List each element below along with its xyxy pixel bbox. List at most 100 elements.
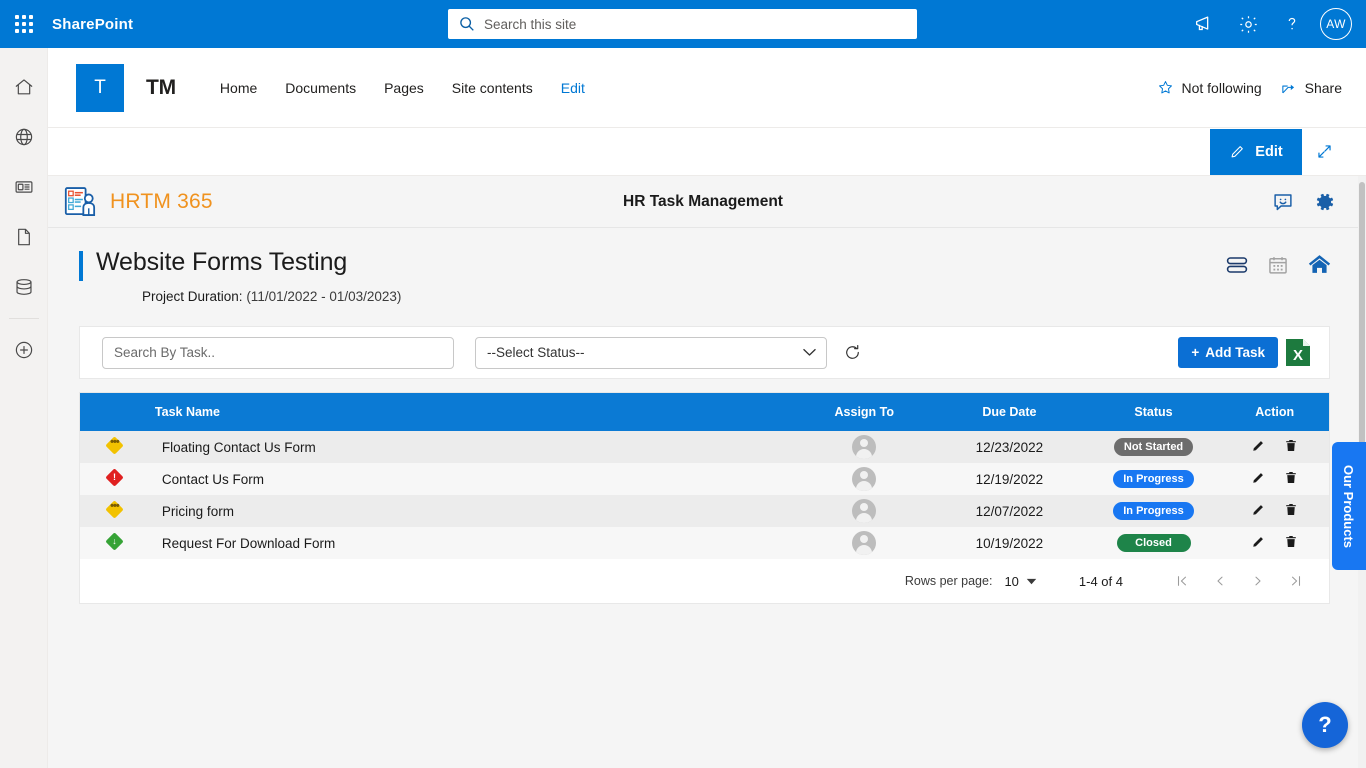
tasks-table-element: Task Name Assign To Due Date Status Acti… [80, 393, 1329, 559]
last-page-button[interactable] [1289, 574, 1303, 588]
nav-item-documents[interactable]: Documents [271, 66, 370, 110]
view-switcher [1225, 248, 1332, 277]
page-scrollbar-thumb[interactable] [1359, 182, 1365, 482]
delete-task-icon[interactable] [1284, 502, 1298, 517]
search-icon [458, 15, 476, 33]
delete-task-icon[interactable] [1284, 438, 1298, 453]
nav-item-pages[interactable]: Pages [370, 66, 438, 110]
rail-item-home[interactable] [0, 62, 48, 112]
pencil-icon [1229, 143, 1246, 160]
suite-actions: AW [1182, 0, 1360, 48]
cell-assign-to [796, 527, 932, 559]
priority-high-icon: ! [106, 469, 123, 486]
site-title[interactable]: TM [146, 76, 176, 100]
cell-action [1220, 431, 1329, 463]
cell-task-name: Contact Us Form [149, 463, 796, 495]
not-following-label: Not following [1181, 80, 1261, 96]
not-following-button[interactable]: Not following [1157, 79, 1261, 96]
edit-task-icon[interactable] [1251, 534, 1266, 549]
user-avatar[interactable]: AW [1320, 8, 1352, 40]
prev-page-button[interactable] [1213, 574, 1227, 588]
site-search-box[interactable] [448, 9, 917, 39]
edit-task-icon[interactable] [1251, 438, 1266, 453]
avatar[interactable] [852, 467, 876, 491]
sharepoint-brand[interactable]: SharePoint [52, 16, 133, 33]
search-input[interactable] [484, 17, 907, 32]
next-page-button[interactable] [1251, 574, 1265, 588]
our-products-label: Our Products [1342, 464, 1357, 547]
delete-task-icon[interactable] [1284, 470, 1298, 485]
edit-page-button[interactable]: Edit [1210, 129, 1302, 175]
cell-priority: ! [80, 463, 149, 495]
avatar[interactable] [852, 499, 876, 523]
hrtm-logo[interactable]: HRTM 365 [64, 186, 213, 218]
project-duration-label: Project Duration: [142, 289, 243, 304]
share-button[interactable]: Share [1280, 79, 1342, 97]
search-task-input[interactable] [102, 337, 454, 369]
site-logo[interactable]: T [76, 64, 124, 112]
left-rail [0, 48, 48, 768]
table-row[interactable]: ••• Floating Contact Us Form 12/23/2022 … [80, 431, 1329, 463]
page-body: Website Forms Testing [48, 228, 1358, 768]
help-icon[interactable] [1270, 2, 1314, 46]
table-row[interactable]: ↓ Request For Download Form 10/19/2022 C… [80, 527, 1329, 559]
rows-per-page-value: 10 [1004, 574, 1018, 589]
refresh-icon[interactable] [843, 343, 862, 362]
rail-item-web[interactable] [0, 112, 48, 162]
cell-assign-to [796, 463, 932, 495]
table-row[interactable]: ••• Pricing form 12/07/2022 In Progress [80, 495, 1329, 527]
edit-task-icon[interactable] [1251, 502, 1266, 517]
rail-item-create[interactable] [0, 325, 48, 375]
priority-medium-icon: ••• [106, 437, 123, 454]
gear-icon[interactable] [1226, 2, 1270, 46]
home-view-icon[interactable] [1307, 252, 1332, 277]
nav-item-site-contents[interactable]: Site contents [438, 66, 547, 110]
add-task-button[interactable]: + Add Task [1178, 337, 1278, 368]
table-row[interactable]: ! Contact Us Form 12/19/2022 In Progress [80, 463, 1329, 495]
svg-text:X: X [1293, 347, 1303, 364]
edit-task-icon[interactable] [1251, 470, 1266, 485]
help-fab-label: ? [1318, 712, 1331, 738]
star-icon [1157, 79, 1174, 96]
app-bar-actions [1272, 191, 1336, 213]
megaphone-icon[interactable] [1182, 2, 1226, 46]
nav-item-edit[interactable]: Edit [547, 66, 599, 110]
first-page-button[interactable] [1175, 574, 1189, 588]
header-due-date: Due Date [932, 393, 1087, 431]
status-badge: In Progress [1113, 470, 1194, 488]
our-products-tab[interactable]: Our Products [1332, 442, 1366, 570]
header-task-name: Task Name [149, 393, 796, 431]
app-launcher-icon[interactable] [0, 0, 48, 48]
tasks-table-body: ••• Floating Contact Us Form 12/23/2022 … [80, 431, 1329, 559]
delete-task-icon[interactable] [1284, 534, 1298, 549]
feedback-icon[interactable] [1272, 191, 1294, 213]
avatar[interactable] [852, 435, 876, 459]
toolbar-actions: + Add Task X [1178, 337, 1311, 368]
nav-item-home[interactable]: Home [206, 66, 271, 110]
cell-priority: ••• [80, 495, 149, 527]
status-select[interactable]: --Select Status-- Not Started In Progres… [475, 337, 827, 369]
cell-action [1220, 463, 1329, 495]
app-bar-title: HR Task Management [48, 193, 1358, 211]
gear-icon[interactable] [1314, 191, 1336, 213]
rail-item-lists[interactable] [0, 262, 48, 312]
plus-icon: + [1191, 345, 1199, 360]
share-label: Share [1305, 80, 1342, 96]
tasks-table-head: Task Name Assign To Due Date Status Acti… [80, 393, 1329, 431]
help-fab-button[interactable]: ? [1302, 702, 1348, 748]
board-view-icon[interactable] [1225, 253, 1249, 277]
rail-item-pages[interactable] [0, 212, 48, 262]
cell-task-name: Floating Contact Us Form [149, 431, 796, 463]
expand-icon[interactable] [1302, 129, 1346, 175]
excel-export-icon[interactable]: X [1285, 338, 1311, 367]
hrtm-logo-text: HRTM 365 [110, 190, 213, 214]
avatar[interactable] [852, 531, 876, 555]
rows-per-page-label: Rows per page: [905, 574, 993, 588]
page-title-row: Website Forms Testing [48, 228, 1358, 281]
calendar-view-icon[interactable] [1267, 254, 1289, 276]
priority-medium-icon: ••• [106, 501, 123, 518]
chevron-down-icon [1026, 578, 1037, 585]
filter-toolbar: --Select Status-- Not Started In Progres… [79, 326, 1330, 379]
rail-item-news[interactable] [0, 162, 48, 212]
rows-per-page-select[interactable]: 10 [1004, 574, 1036, 589]
